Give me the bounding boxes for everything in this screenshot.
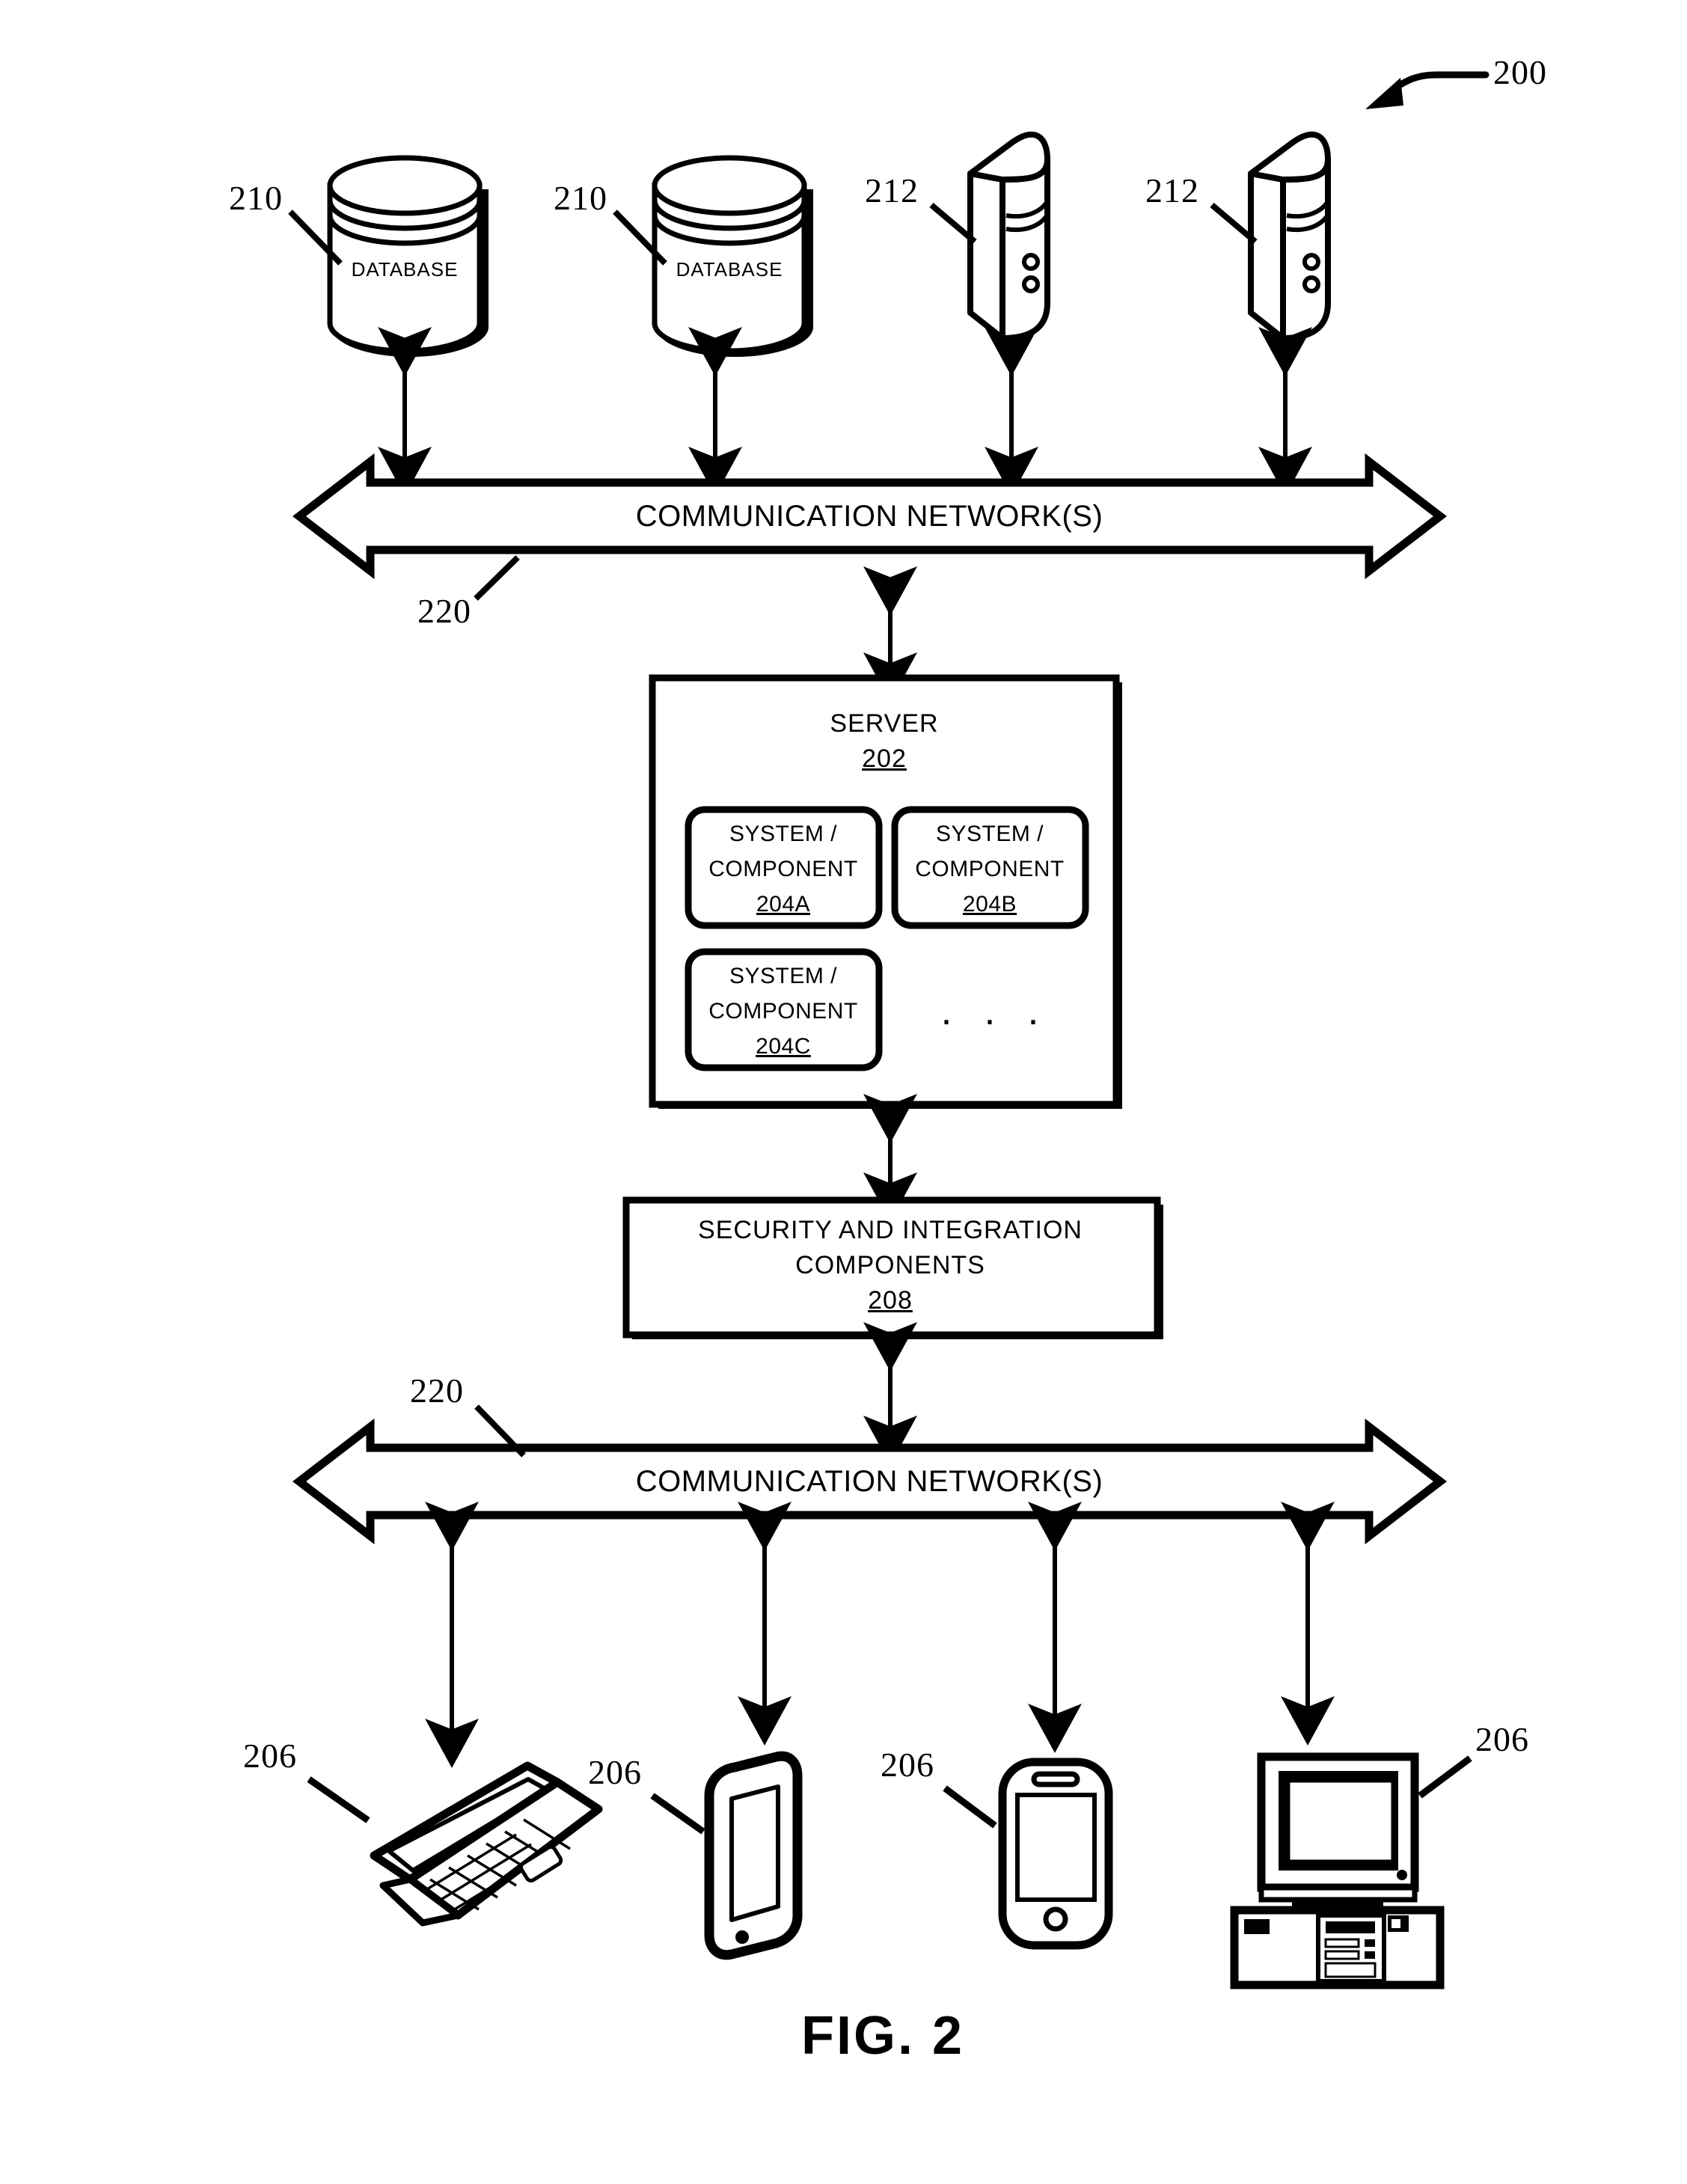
component-204c-line1: SYSTEM / <box>729 964 838 988</box>
client-device-ref-laptop: 206 <box>243 1737 297 1775</box>
component-204c-ref: 204C <box>756 1034 811 1059</box>
database-label-2: DATABASE <box>676 258 783 281</box>
component-204a-ref: 204A <box>756 892 811 917</box>
database-ref-1: 210 <box>229 179 283 217</box>
external-server-ref-2: 212 <box>1145 171 1199 209</box>
component-204b-line2: COMPONENT <box>915 857 1065 881</box>
client-device-desktop <box>1230 1752 1472 1989</box>
database-cylinder-2 <box>613 155 813 357</box>
component-ellipsis: . . . <box>940 988 1050 1033</box>
server-box-title: SERVER <box>830 709 939 738</box>
client-device-ref-smartphone: 206 <box>881 1746 934 1784</box>
client-device-laptop <box>307 1761 603 1927</box>
figure-canvas: 200 DATABASE 210 DATABASE 210 212 212 CO… <box>0 0 1687 2184</box>
component-204a-line1: SYSTEM / <box>729 822 838 846</box>
network-ref-1: 220 <box>417 592 471 630</box>
link-arrows-bottom <box>425 1502 1335 1768</box>
client-device-ref-tablet: 206 <box>588 1753 642 1791</box>
system-reference-arrow <box>1365 71 1489 109</box>
security-box-ref: 208 <box>868 1286 913 1315</box>
link-arrows-top <box>378 327 1312 496</box>
server-box <box>649 674 1122 1109</box>
component-204a-line2: COMPONENT <box>708 857 858 881</box>
server-box-ref: 202 <box>862 744 907 773</box>
security-box-line1: SECURITY AND INTEGRATION <box>698 1216 1083 1244</box>
figure-caption: FIG. 2 <box>800 2006 965 2066</box>
network-ref-2: 220 <box>410 1371 464 1410</box>
client-device-smartphone <box>943 1758 1113 1950</box>
component-204b-ref: 204B <box>962 892 1017 917</box>
client-device-ref-desktop: 206 <box>1475 1720 1529 1758</box>
system-reference-label: 200 <box>1493 53 1547 91</box>
external-server-ref-1: 212 <box>865 171 919 209</box>
component-204c-line2: COMPONENT <box>708 999 858 1024</box>
network-label-2: COMMUNICATION NETWORK(S) <box>635 1465 1103 1498</box>
database-label-1: DATABASE <box>351 258 459 281</box>
external-server-tower-2 <box>1210 131 1331 341</box>
client-device-tablet <box>650 1751 803 1960</box>
network-label-1: COMMUNICATION NETWORK(S) <box>635 500 1103 533</box>
component-204b-line1: SYSTEM / <box>935 822 1044 846</box>
database-ref-2: 210 <box>554 179 607 217</box>
security-box-line2: COMPONENTS <box>795 1251 985 1279</box>
database-cylinder-1 <box>288 155 489 357</box>
external-server-tower-1 <box>929 131 1050 341</box>
diagram-vector-layer <box>288 71 1489 1989</box>
